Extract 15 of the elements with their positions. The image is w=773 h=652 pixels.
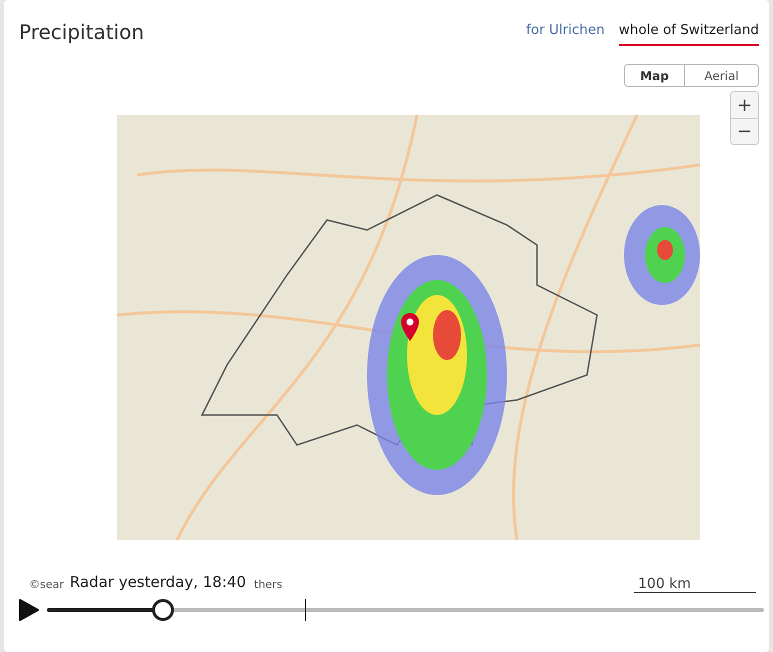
map-attribution: thers <box>254 578 282 591</box>
map-type-button[interactable]: Map <box>624 64 685 87</box>
map-scale: 100 km <box>634 576 756 593</box>
now-marker <box>305 599 306 621</box>
map-type-button[interactable]: Aerial <box>685 64 759 87</box>
panel-title: Precipitation <box>19 20 144 44</box>
zoom-in-button[interactable]: + <box>731 92 758 118</box>
zoom-out-button[interactable]: − <box>731 118 758 144</box>
scope-tab[interactable]: for Ulrichen <box>526 18 605 46</box>
play-button[interactable] <box>19 599 39 621</box>
timeline-slider[interactable] <box>47 599 764 621</box>
map-attribution: ©sear <box>29 578 64 591</box>
scope-tab[interactable]: whole of Switzerland <box>618 18 759 46</box>
location-pin-icon <box>401 313 419 341</box>
timeline-thumb[interactable] <box>152 599 174 621</box>
